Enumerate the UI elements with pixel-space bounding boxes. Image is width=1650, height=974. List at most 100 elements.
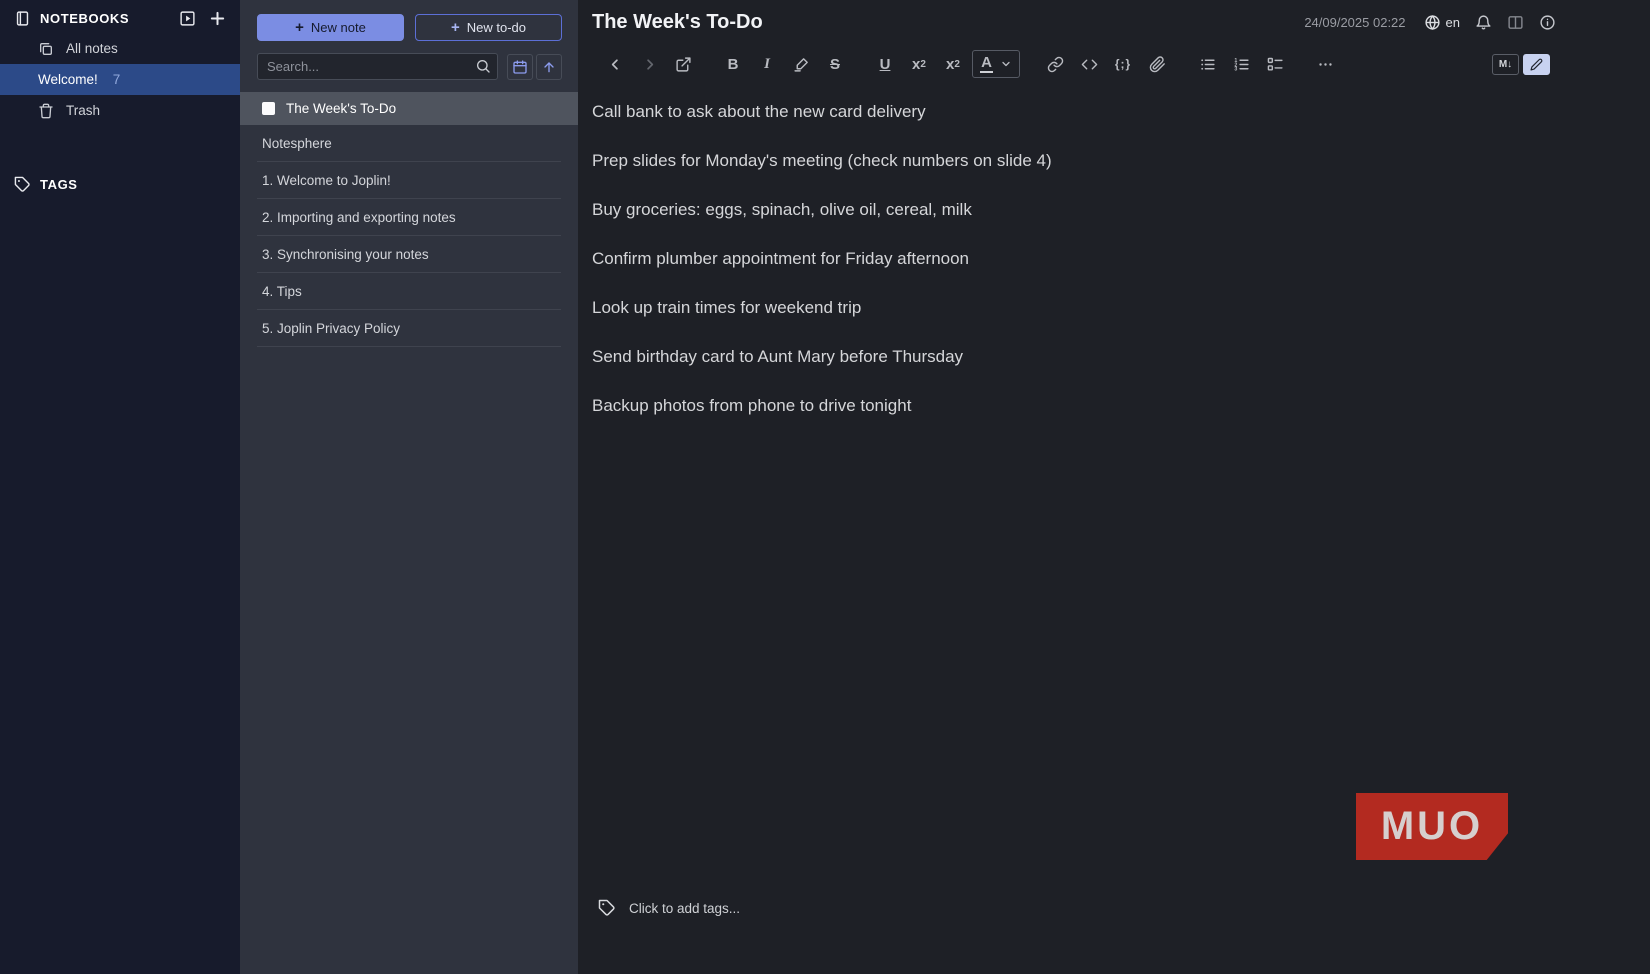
bulleted-list-button[interactable] <box>1192 50 1222 78</box>
add-tags-label: Click to add tags... <box>629 901 740 916</box>
code-block-button[interactable]: {;} <box>1108 50 1138 78</box>
note-list-item[interactable]: Notesphere <box>240 125 578 162</box>
note-list-item[interactable]: 4. Tips <box>240 273 578 310</box>
strikethrough-button[interactable]: S <box>820 50 850 78</box>
superscript-base: x <box>912 56 920 73</box>
new-todo-button[interactable]: + New to-do <box>415 14 562 41</box>
note-title: 5. Joplin Privacy Policy <box>262 321 400 336</box>
note-properties-info-icon[interactable] <box>1539 14 1556 31</box>
note-title-input[interactable]: The Week's To-Do <box>592 11 763 34</box>
note-title: 3. Synchronising your notes <box>262 247 429 262</box>
note-list: The Week's To-Do Notesphere 1. Welcome t… <box>240 92 578 347</box>
note-list-panel: + New note + New to-do <box>240 0 578 974</box>
notebook-note-count: 7 <box>113 72 121 87</box>
note-title: 1. Welcome to Joplin! <box>262 173 391 188</box>
note-title: Notesphere <box>262 136 332 151</box>
all-notes-label: All notes <box>66 41 118 56</box>
new-note-button[interactable]: + New note <box>257 14 404 41</box>
calendar-button[interactable] <box>507 54 533 80</box>
chevron-right-icon <box>641 56 658 73</box>
text-color-button[interactable]: A <box>972 50 1020 78</box>
svg-text:3: 3 <box>1234 66 1237 72</box>
code-icon <box>1081 56 1098 73</box>
external-edit-button[interactable] <box>668 50 698 78</box>
bold-button[interactable]: B <box>718 50 748 78</box>
notebooks-header-label: NOTEBOOKS <box>40 11 129 26</box>
attach-file-button[interactable] <box>1142 50 1172 78</box>
note-list-item[interactable]: 5. Joplin Privacy Policy <box>240 310 578 347</box>
superscript-button[interactable]: x2 <box>904 50 934 78</box>
search-box <box>257 53 498 80</box>
calendar-icon <box>512 59 528 75</box>
sidebar: NOTEBOOKS All notes Welcome! 7 <box>0 0 240 974</box>
external-link-icon <box>675 56 692 73</box>
chevron-down-icon <box>1000 58 1012 70</box>
spellcheck-language-button[interactable]: en <box>1424 14 1460 31</box>
tags-header: TAGS <box>0 170 240 199</box>
markdown-editor-toggle-button[interactable]: M↓ <box>1492 54 1519 75</box>
subscript-button[interactable]: x2 <box>938 50 968 78</box>
new-todo-label: New to-do <box>467 20 526 35</box>
editor-header: The Week's To-Do 24/09/2025 02:22 en <box>578 0 1650 44</box>
note-timestamp: 24/09/2025 02:22 <box>1304 15 1405 30</box>
body-line: Call bank to ask about the new card deli… <box>592 102 1610 122</box>
toggle-panel-icon[interactable] <box>179 10 196 27</box>
notebook-label: Welcome! <box>38 72 98 87</box>
note-title: 4. Tips <box>262 284 302 299</box>
muo-watermark: MUO <box>1356 793 1508 860</box>
todo-checkbox[interactable] <box>262 102 275 115</box>
ellipsis-icon <box>1317 56 1334 73</box>
body-line: Buy groceries: eggs, spinach, olive oil,… <box>592 200 1610 220</box>
numbered-list-button[interactable]: 123 <box>1226 50 1256 78</box>
new-notebook-icon[interactable] <box>209 10 226 27</box>
search-row <box>240 48 578 80</box>
plus-icon: + <box>451 20 460 35</box>
globe-icon <box>1424 14 1441 31</box>
trash-icon <box>38 103 54 119</box>
text-color-label: A <box>980 55 993 73</box>
sidebar-item-notebook-welcome[interactable]: Welcome! 7 <box>0 64 240 95</box>
inline-code-button[interactable] <box>1074 50 1104 78</box>
pencil-icon <box>1530 58 1543 71</box>
back-button[interactable] <box>600 50 630 78</box>
tag-icon <box>598 899 616 917</box>
sidebar-header-actions <box>179 10 226 27</box>
arrow-up-icon <box>541 59 557 75</box>
alarm-bell-icon[interactable] <box>1475 14 1492 31</box>
hyperlink-button[interactable] <box>1040 50 1070 78</box>
sidebar-item-all-notes[interactable]: All notes <box>0 33 240 64</box>
joplin-app: NOTEBOOKS All notes Welcome! 7 <box>0 0 1650 974</box>
tag-icon <box>14 176 31 193</box>
editor-mode-toggle: M↓ <box>1492 54 1550 75</box>
underline-button[interactable]: U <box>870 50 900 78</box>
search-icon[interactable] <box>475 58 491 74</box>
note-list-buttons: + New note + New to-do <box>240 0 578 48</box>
trash-label: Trash <box>66 103 100 118</box>
toggle-layout-icon[interactable] <box>1507 14 1524 31</box>
checklist-button[interactable] <box>1260 50 1290 78</box>
note-list-item[interactable]: 1. Welcome to Joplin! <box>240 162 578 199</box>
forward-button[interactable] <box>634 50 664 78</box>
italic-button[interactable]: I <box>752 50 782 78</box>
new-note-label: New note <box>311 20 366 35</box>
rich-text-editor-toggle-button[interactable] <box>1523 54 1550 75</box>
plus-icon: + <box>295 20 304 35</box>
sort-order-button[interactable] <box>536 54 562 80</box>
numbered-list-icon: 123 <box>1233 56 1250 73</box>
tags-header-label: TAGS <box>40 177 78 192</box>
sidebar-item-trash[interactable]: Trash <box>0 95 240 126</box>
link-icon <box>1047 56 1064 73</box>
body-line: Prep slides for Monday's meeting (check … <box>592 151 1610 171</box>
editor-pane: The Week's To-Do 24/09/2025 02:22 en <box>578 0 1650 974</box>
note-title: 2. Importing and exporting notes <box>262 210 456 225</box>
note-list-item[interactable]: 2. Importing and exporting notes <box>240 199 578 236</box>
note-list-item[interactable]: 3. Synchronising your notes <box>240 236 578 273</box>
list-tools <box>507 54 562 80</box>
note-list-item[interactable]: The Week's To-Do <box>240 92 578 125</box>
highlight-button[interactable] <box>786 50 816 78</box>
language-code: en <box>1446 15 1460 30</box>
search-input[interactable] <box>257 53 498 80</box>
add-tags-bar[interactable]: Click to add tags... <box>598 899 740 917</box>
more-options-button[interactable] <box>1310 50 1340 78</box>
superscript-mark: 2 <box>920 59 926 70</box>
